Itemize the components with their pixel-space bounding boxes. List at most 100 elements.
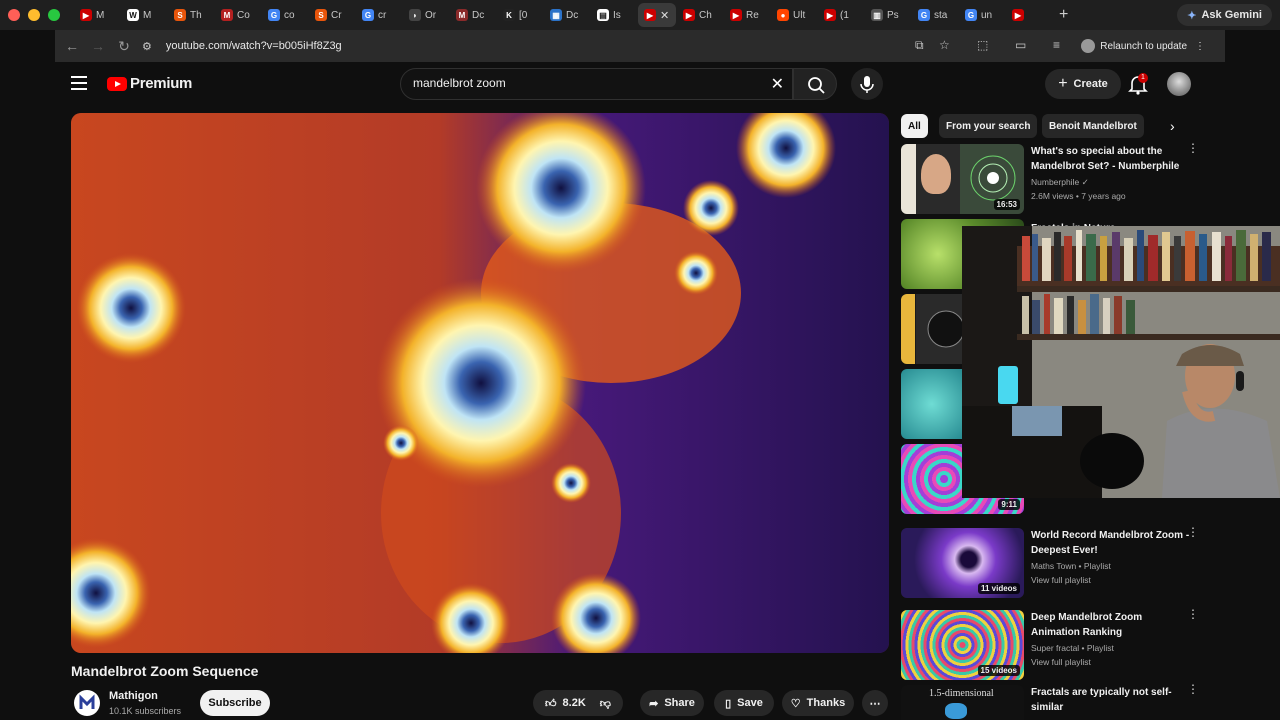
recommendation-item[interactable]: 15 videos Deep Mandelbrot Zoom Animation… — [901, 608, 1231, 682]
browser-tab[interactable]: ▶ Ch — [677, 3, 723, 27]
browser-tab-strip: ▶ M W M S Th M Co Gco S Cr Gcr ◗ Or M Dc K [0 ▦ Dc ▤ Is ▶ ✕ ▶ Ch ▶… — [0, 0, 1280, 30]
menu-icon[interactable] — [71, 76, 87, 90]
chip-benoit-mandelbrot[interactable]: Benoit Mandelbrot — [1042, 114, 1144, 138]
video-player[interactable] — [71, 113, 889, 653]
tab-label: Cr — [331, 9, 342, 21]
youtube-premium-logo[interactable]: Premium — [107, 75, 192, 92]
browser-tab[interactable]: ▶ (1 — [818, 3, 864, 27]
browser-tab[interactable]: ▶ — [1006, 3, 1052, 27]
duration-badge: 16:53 — [993, 199, 1020, 210]
like-button[interactable]: 👍︎ 8.2K — [545, 697, 586, 710]
voice-search-button[interactable] — [851, 68, 883, 100]
close-tab-icon[interactable]: ✕ — [660, 9, 669, 22]
recommendation-item[interactable]: 16:53 What's so special about the Mandel… — [901, 142, 1231, 216]
playlist-thumbnail[interactable]: 11 videos — [901, 528, 1024, 598]
plus-icon: + — [1058, 75, 1068, 92]
browser-tab[interactable]: WM — [121, 3, 167, 27]
more-vert-icon[interactable]: ⋮ — [1187, 683, 1199, 695]
rec-channel[interactable]: Super fractal • Playlist — [1031, 641, 1191, 655]
minimize-window-button[interactable] — [28, 9, 40, 21]
browser-tab[interactable]: Gco — [262, 3, 308, 27]
rec-title[interactable]: World Record Mandelbrot Zoom - Deepest E… — [1031, 528, 1191, 558]
new-tab-button[interactable]: + — [1059, 6, 1068, 24]
recommendation-item[interactable]: 11 videos World Record Mandelbrot Zoom -… — [901, 526, 1231, 600]
picture-in-picture-icon[interactable]: ▭ — [1015, 38, 1026, 52]
browser-tab[interactable]: ◗ Or — [403, 3, 449, 27]
browser-tab[interactable]: Gsta — [912, 3, 958, 27]
address-bar[interactable]: ⚙ youtube.com/watch?v=b005iHf8Z3g — [142, 34, 942, 58]
rec-title[interactable]: Deep Mandelbrot Zoom Animation Ranking — [1031, 610, 1191, 640]
create-button[interactable]: + Create — [1045, 69, 1121, 99]
chevron-right-icon[interactable]: › — [1170, 118, 1175, 134]
back-icon[interactable]: ← — [59, 38, 85, 54]
more-vert-icon[interactable]: ⋮ — [1187, 608, 1199, 620]
video-thumbnail[interactable]: 1.5-dimensional — [901, 685, 1024, 720]
search-input[interactable] — [413, 76, 753, 90]
favicon-icon: ▶ — [824, 9, 836, 21]
bookmark-star-icon[interactable]: ☆ — [939, 38, 950, 52]
site-settings-icon[interactable]: ⚙ — [142, 40, 152, 53]
video-frame-mandelbrot — [71, 113, 889, 653]
more-vert-icon[interactable]: ⋮ — [1187, 142, 1199, 154]
tab-label: Ult — [793, 9, 806, 21]
ask-gemini-button[interactable]: ✦ Ask Gemini — [1177, 4, 1272, 26]
forward-icon[interactable]: → — [85, 38, 111, 54]
extensions-icon[interactable]: ⬚ — [977, 38, 988, 52]
webcam-scene — [962, 226, 1280, 498]
channel-avatar[interactable] — [74, 690, 100, 716]
browser-tab[interactable]: M Dc — [450, 3, 496, 27]
view-full-playlist-link[interactable]: View full playlist — [1031, 573, 1191, 587]
browser-tab[interactable]: M Co — [215, 3, 261, 27]
url-text[interactable]: youtube.com/watch?v=b005iHf8Z3g — [166, 40, 342, 52]
dislike-button[interactable]: 👎︎ — [592, 697, 611, 710]
browser-tab[interactable]: ▦ Dc — [544, 3, 590, 27]
search-button[interactable] — [793, 68, 837, 100]
browser-tab[interactable]: Gun — [959, 3, 1005, 27]
browser-tab[interactable]: ● Ult — [771, 3, 817, 27]
channel-name[interactable]: Mathigon — [109, 690, 158, 702]
fractal-graphic — [945, 703, 967, 719]
rec-channel[interactable]: Numberphile ✓ — [1031, 175, 1191, 189]
chip-label: Benoit Mandelbrot — [1049, 120, 1137, 132]
chip-from-your-search[interactable]: From your search — [939, 114, 1038, 138]
browser-tab[interactable]: ▶ ✕ — [638, 3, 676, 27]
gemini-icon: ✦ — [1187, 9, 1197, 22]
favicon-icon: W — [127, 9, 139, 21]
more-actions-button[interactable]: ⋯ — [862, 690, 888, 716]
video-thumbnail[interactable]: 16:53 — [901, 144, 1024, 214]
browser-tab[interactable]: K [0 — [497, 3, 543, 27]
thanks-button[interactable]: ♡ Thanks — [782, 690, 854, 716]
view-full-playlist-link[interactable]: View full playlist — [1031, 655, 1191, 669]
reload-icon[interactable]: ↻ — [111, 38, 137, 55]
browser-tab[interactable]: ▶ Re — [724, 3, 770, 27]
tab-label: M — [143, 9, 152, 21]
subscribe-button[interactable]: Subscribe — [200, 690, 270, 716]
thumbnail-caption: 1.5-dimensional — [929, 688, 994, 699]
playlist-thumbnail[interactable]: 15 videos — [901, 610, 1024, 680]
more-vert-icon[interactable]: ⋮ — [1187, 526, 1199, 538]
browser-tab[interactable]: S Th — [168, 3, 214, 27]
chip-all[interactable]: All — [901, 114, 928, 138]
rec-channel[interactable]: Maths Town • Playlist — [1031, 559, 1191, 573]
share-button[interactable]: ➦ Share — [640, 690, 704, 716]
favicon-icon: ▶ — [80, 9, 92, 21]
browser-tab[interactable]: ▥ Ps — [865, 3, 911, 27]
relaunch-button[interactable]: Relaunch to update ⋮ — [1092, 34, 1213, 58]
rec-title[interactable]: What's so special about the Mandelbrot S… — [1031, 144, 1191, 174]
recommendation-item[interactable]: 1.5-dimensional Fractals are typically n… — [901, 683, 1231, 720]
rec-title[interactable]: Fractals are typically not self-similar — [1031, 685, 1191, 715]
close-window-button[interactable] — [8, 9, 20, 21]
reading-list-icon[interactable]: ≡ — [1053, 38, 1060, 52]
browser-tab[interactable]: S Cr — [309, 3, 355, 27]
maximize-window-button[interactable] — [48, 9, 60, 21]
thanks-label: Thanks — [806, 697, 846, 709]
clear-search-icon[interactable]: ✕ — [771, 74, 784, 94]
save-button[interactable]: ▯ Save — [714, 690, 774, 716]
youtube-logo-icon — [107, 76, 127, 91]
ask-gemini-label: Ask Gemini — [1201, 9, 1262, 21]
browser-tab[interactable]: Gcr — [356, 3, 402, 27]
install-icon[interactable]: ⧉ — [915, 38, 924, 53]
account-avatar[interactable] — [1167, 72, 1191, 96]
browser-tab[interactable]: ▤ Is — [591, 3, 637, 27]
browser-tab[interactable]: ▶ M — [74, 3, 120, 27]
